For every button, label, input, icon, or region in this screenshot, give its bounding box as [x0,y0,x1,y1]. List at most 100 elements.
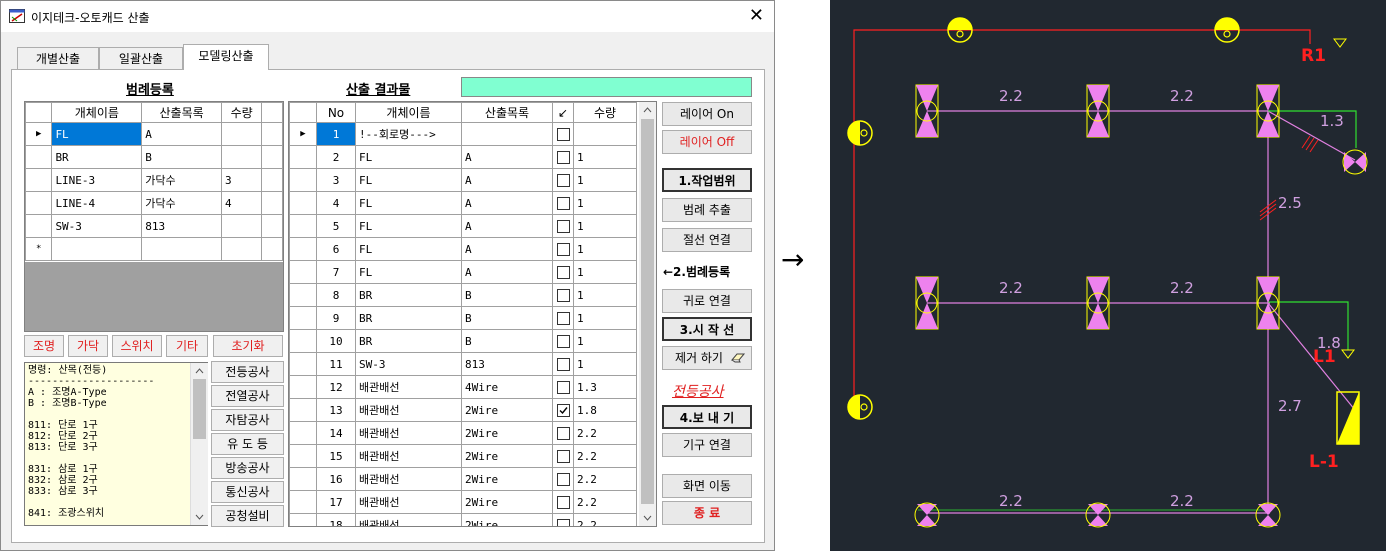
legend-cell-name[interactable]: SW-3 [51,214,143,238]
legend-cell-name[interactable]: BR [51,145,143,169]
row-header[interactable] [289,168,317,192]
result-cell-check[interactable] [552,306,574,330]
result-cell-name[interactable]: FL [355,237,462,261]
result-cell-check[interactable] [552,329,574,353]
result-cell-item[interactable]: 2Wire [461,444,553,468]
result-cell-name[interactable]: !--회로명---> [355,122,462,146]
row-header[interactable]: ▶ [289,122,317,146]
row-header[interactable] [289,375,317,399]
work-lighting-button[interactable]: 전등공사 [211,361,284,383]
legend-cell-qty[interactable]: 4 [220,191,263,215]
result-cell-name[interactable]: FL [355,168,462,192]
legend-cell-item[interactable]: 가닥수 [141,168,222,192]
result-cell-no[interactable]: 8 [316,283,356,307]
row-header[interactable] [289,467,317,491]
legend-cell-name[interactable]: LINE-4 [51,191,143,215]
row-header[interactable] [289,145,317,169]
result-col-no[interactable]: No [316,102,356,123]
result-cell-qty[interactable]: 2.2 [573,421,637,445]
result-cell-qty[interactable]: 1 [573,191,637,215]
result-row[interactable]: 17 배관배선 2Wire 2.2 [289,490,637,514]
legend-row[interactable]: ▶ FL A [25,122,283,146]
work-fire-alarm-button[interactable]: 자탐공사 [211,409,284,431]
result-cell-item[interactable]: A [461,145,553,169]
result-row[interactable]: 7 FL A 1 [289,260,637,284]
result-row[interactable]: 11 SW-3 813 1 [289,352,637,376]
result-cell-name[interactable]: BR [355,329,462,353]
result-cell-no[interactable]: 9 [316,306,356,330]
legend-cell-name[interactable]: LINE-3 [51,168,143,192]
legend-row[interactable]: LINE-3 가닥수 3 [25,168,283,192]
result-cell-check[interactable] [552,490,574,514]
result-cell-no[interactable]: 17 [316,490,356,514]
result-cell-no[interactable]: 13 [316,398,356,422]
work-outlet-button[interactable]: 전열공사 [211,385,284,407]
result-cell-item[interactable]: A [461,260,553,284]
result-row[interactable]: 18 배관배선 2Wire 2.2 [289,513,637,526]
result-cell-check[interactable] [552,214,574,238]
legend-col-item[interactable]: 산출목록 [141,102,222,123]
row-checkbox[interactable] [556,472,570,486]
row-checkbox[interactable] [556,219,570,233]
result-cell-name[interactable]: FL [355,214,462,238]
legend-col-name[interactable]: 개체이름 [51,102,143,123]
result-cell-qty[interactable]: 1 [573,237,637,261]
result-cell-qty[interactable]: 2.2 [573,490,637,514]
result-cell-name[interactable]: BR [355,283,462,307]
result-row[interactable]: 10 BR B 1 [289,329,637,353]
row-checkbox[interactable] [556,380,570,394]
row-header[interactable] [25,168,53,192]
result-cell-item[interactable]: 813 [461,352,553,376]
result-cell-no[interactable]: 6 [316,237,356,261]
result-cell-qty[interactable]: 1 [573,168,637,192]
result-cell-item[interactable]: 2Wire [461,467,553,491]
result-cell-check[interactable] [552,122,574,146]
result-cell-item[interactable]: 4Wire [461,375,553,399]
result-row[interactable]: 16 배관배선 2Wire 2.2 [289,467,637,491]
result-col-qty[interactable]: 수량 [573,102,637,123]
row-checkbox[interactable] [556,196,570,210]
result-cell-name[interactable]: 배관배선 [355,490,462,514]
result-cell-check[interactable] [552,352,574,376]
result-cell-item[interactable]: 2Wire [461,513,553,526]
result-cell-item[interactable]: 2Wire [461,398,553,422]
close-icon[interactable]: ✕ [749,4,764,28]
result-col-check[interactable]: ↙ [552,102,574,123]
row-checkbox[interactable] [556,426,570,440]
category-lighting-button[interactable]: 조명 [24,335,64,357]
result-cell-item[interactable]: B [461,306,553,330]
result-row[interactable]: 8 BR B 1 [289,283,637,307]
export-button[interactable]: 4.보 내 기 [662,405,752,429]
category-switch-button[interactable]: 스위치 [112,335,162,357]
result-scrollbar[interactable] [639,102,656,526]
result-row[interactable]: 15 배관배선 2Wire 2.2 [289,444,637,468]
row-checkbox[interactable] [556,403,570,417]
row-header-new[interactable]: * [25,237,53,261]
legend-row[interactable]: SW-3 813 [25,214,283,238]
work-range-button[interactable]: 1.작업범위 [662,168,752,192]
result-cell-check[interactable] [552,421,574,445]
result-cell-check[interactable] [552,145,574,169]
result-cell-check[interactable] [552,444,574,468]
row-header[interactable] [289,329,317,353]
work-guide-light-button[interactable]: 유 도 등 [211,433,284,455]
row-checkbox[interactable] [556,449,570,463]
exit-button[interactable]: 종 료 [662,501,752,525]
result-cell-qty[interactable]: 1 [573,260,637,284]
result-cell-qty[interactable]: 1 [573,329,637,353]
result-cell-qty[interactable]: 2.2 [573,467,637,491]
result-cell-check[interactable] [552,398,574,422]
legend-new-row[interactable]: * [25,237,283,261]
result-cell-no[interactable]: 2 [316,145,356,169]
row-checkbox[interactable] [556,334,570,348]
row-header[interactable] [25,191,53,215]
result-cell-name[interactable]: SW-3 [355,352,462,376]
result-row[interactable]: 5 FL A 1 [289,214,637,238]
row-checkbox[interactable] [556,357,570,371]
row-checkbox[interactable] [556,288,570,302]
result-cell-item[interactable]: A [461,191,553,215]
result-cell-item[interactable]: A [461,168,553,192]
legend-cell-qty[interactable] [220,122,263,146]
row-checkbox[interactable] [556,518,570,526]
row-header[interactable] [289,306,317,330]
